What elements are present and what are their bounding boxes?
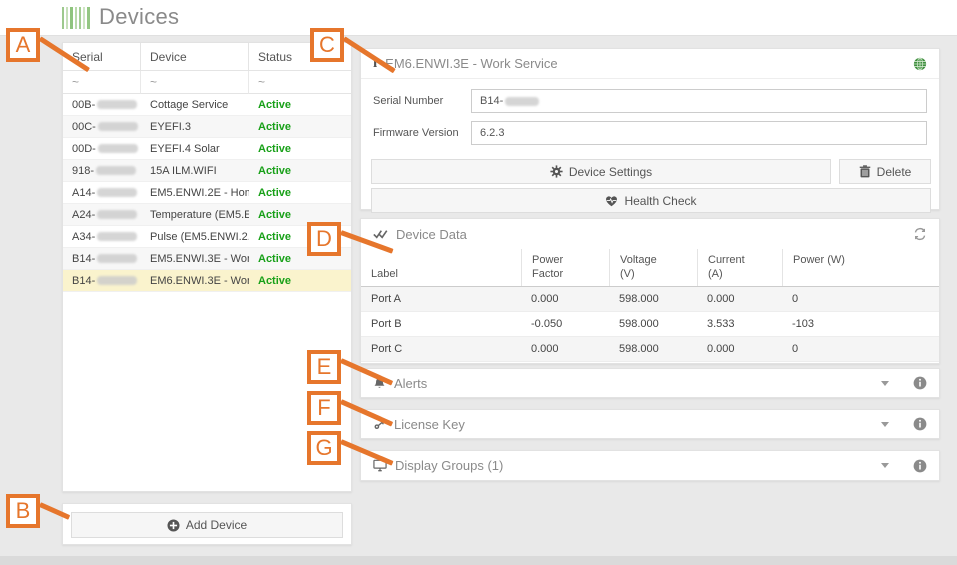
column-header-device[interactable]: Device [141,43,249,71]
alerts-label: Alerts [394,376,427,391]
chevron-down-icon[interactable] [881,463,889,468]
device-row[interactable]: 00B- Cottage Service Active [63,94,351,116]
redacted-serial [97,210,137,219]
device-row[interactable]: 00C- EYEFI.3 Active [63,116,351,138]
annotation-d: D [307,222,341,256]
double-check-icon [373,228,388,240]
barcode-logo-icon [62,7,90,29]
device-detail-header: i EM6.ENWI.3E - Work Service [361,49,939,79]
add-device-panel: Add Device [62,503,352,545]
device-row[interactable]: 00D- EYEFI.4 Solar Active [63,138,351,160]
annotation-c: C [310,28,344,62]
device-data-row: Port A 0.000 598.000 0.000 0 [361,287,939,312]
redacted-serial [97,254,137,263]
column-header-voltage: Voltage (V) [609,249,697,286]
display-groups-section[interactable]: Display Groups (1) [360,450,940,481]
add-device-button[interactable]: Add Device [71,512,343,538]
annotation-b: B [6,494,40,528]
redacted-serial [97,276,137,285]
redacted-serial [97,232,137,241]
device-data-column-headers: Label Power Factor Voltage (V) Current (… [361,249,939,287]
device-data-panel: Device Data Label Power Factor Voltage (… [360,218,940,364]
trash-icon [859,165,871,178]
delete-button[interactable]: Delete [839,159,931,184]
annotation-a: A [6,28,40,62]
redacted-serial [96,166,136,175]
device-table-filter-row: ~ ~ ~ [63,71,351,94]
alerts-section[interactable]: Alerts [360,368,940,398]
device-data-title: Device Data [396,227,467,242]
serial-number-field-row: Serial Number B14- [373,89,927,113]
redacted-serial [98,144,138,153]
column-header-power: Power (W) [782,249,939,286]
filter-serial-input[interactable]: ~ [63,71,141,94]
annotation-g: G [307,431,341,465]
plus-circle-icon [167,519,180,532]
firmware-version-input[interactable]: 6.2.3 [471,121,927,145]
display-groups-label: Display Groups (1) [395,458,503,473]
status-badge: Active [249,138,351,159]
globe-online-icon [913,57,927,71]
device-detail-panel: i EM6.ENWI.3E - Work Service Serial Numb… [360,48,940,210]
annotation-f: F [307,391,341,425]
device-data-row: Port C 0.000 598.000 0.000 0 [361,337,939,362]
status-badge: Active [249,94,351,115]
status-badge: Active [249,270,351,291]
serial-number-label: Serial Number [373,95,471,107]
serial-number-input[interactable]: B14- [471,89,927,113]
info-circle-icon[interactable] [913,417,927,431]
column-header-serial[interactable]: Serial [63,43,141,71]
redacted-serial [97,188,137,197]
annotation-e: E [307,350,341,384]
device-row[interactable]: 918- 15A ILM.WIFI Active [63,160,351,182]
chevron-down-icon[interactable] [881,381,889,386]
status-badge: Active [249,116,351,137]
column-header-power-factor: Power Factor [521,249,609,286]
status-badge: Active [249,160,351,181]
refresh-icon[interactable] [913,227,927,241]
device-row-selected[interactable]: B14- EM6.ENWI.3E - Wor... Active [63,270,351,292]
column-header-current: Current (A) [697,249,782,286]
device-table-header: Serial Device Status [63,43,351,71]
redacted-serial [98,122,138,131]
device-settings-button[interactable]: Device Settings [371,159,831,184]
redacted-serial [97,100,137,109]
device-data-row: Port B -0.050 598.000 3.533 -103 [361,312,939,337]
device-data-header: Device Data [361,219,939,249]
page-title: Devices [99,4,179,30]
firmware-version-field-row: Firmware Version 6.2.3 [373,121,927,145]
device-detail-title: EM6.ENWI.3E - Work Service [385,56,557,71]
device-row[interactable]: A14- EM5.ENWI.2E - Hom... Active [63,182,351,204]
gear-icon [550,165,563,178]
info-circle-icon[interactable] [913,376,927,390]
bottom-strip [0,556,957,565]
health-check-button[interactable]: Health Check [371,188,931,213]
heart-pulse-icon [605,195,618,207]
license-key-section[interactable]: License Key [360,409,940,439]
chevron-down-icon[interactable] [881,422,889,427]
filter-status-input[interactable]: ~ [249,71,351,94]
status-badge: Active [249,182,351,203]
license-key-label: License Key [394,417,465,432]
redacted-serial [505,97,539,106]
filter-device-input[interactable]: ~ [141,71,249,94]
top-bar: Devices [0,0,957,36]
firmware-version-label: Firmware Version [373,127,471,139]
column-header-label: Label [361,249,521,286]
info-circle-icon[interactable] [913,459,927,473]
